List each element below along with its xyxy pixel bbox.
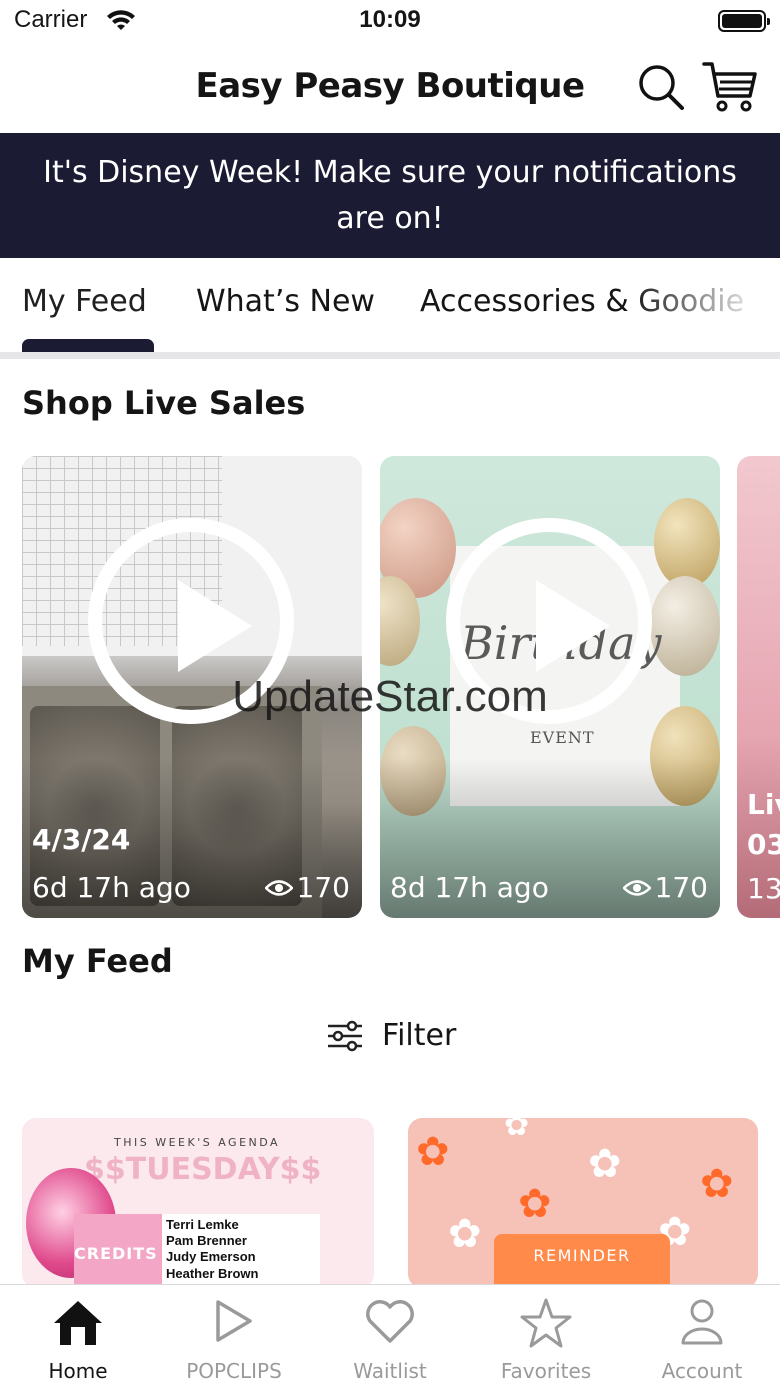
sale-time-ago: 6d 17h ago: [32, 871, 191, 904]
flower-decoration: ✿: [448, 1211, 482, 1257]
nav-favorites-label: Favorites: [500, 1359, 592, 1383]
view-count: 170: [622, 871, 708, 904]
sale-date: 4/3/24: [32, 823, 131, 856]
filter-button[interactable]: Filter: [326, 1018, 456, 1053]
promo-banner[interactable]: It's Disney Week! Make sure your notific…: [0, 133, 780, 258]
feed-heading: My Feed: [22, 942, 173, 980]
play-icon: [216, 1300, 252, 1342]
reminder-label: REMINDER: [533, 1246, 631, 1265]
credit-name: Heather Brown: [166, 1266, 259, 1281]
sale-date: Liv: [747, 788, 780, 821]
nav-account-label: Account: [661, 1359, 743, 1383]
battery-icon: [718, 10, 770, 32]
bottom-nav: Home POPCLIPS Waitlist Favorites Account: [0, 1284, 780, 1387]
view-count-value: 170: [296, 871, 350, 904]
clock: 10:09: [359, 6, 421, 33]
flower-decoration: ✿: [504, 1118, 530, 1143]
nav-favorites[interactable]: Favorites: [468, 1285, 624, 1387]
nav-popclips[interactable]: POPCLIPS: [156, 1285, 312, 1387]
sale-time-ago: 03: [747, 828, 780, 861]
credit-name: Pam Brenner: [166, 1233, 247, 1248]
nav-waitlist[interactable]: Waitlist: [312, 1285, 468, 1387]
tab-divider: [0, 352, 780, 359]
flower-decoration: ✿: [700, 1161, 734, 1207]
nav-waitlist-label: Waitlist: [353, 1359, 427, 1383]
tab-selected-indicator: [22, 339, 154, 353]
cart-icon[interactable]: [702, 60, 758, 114]
status-bar: Carrier 10:09: [0, 0, 780, 44]
search-icon[interactable]: [636, 62, 686, 112]
flower-decoration: ✿: [588, 1141, 622, 1187]
credit-name: Judy Emerson: [166, 1249, 256, 1264]
flower-decoration: ✿: [518, 1181, 552, 1227]
heart-icon: [366, 1300, 414, 1343]
tab-whats-new[interactable]: What’s New: [196, 284, 375, 319]
live-sales-heading: Shop Live Sales: [22, 384, 306, 422]
view-count-value: 13: [747, 872, 780, 905]
home-icon: [54, 1301, 102, 1345]
watermark-text: UpdateStar.com: [232, 672, 548, 721]
nav-account[interactable]: Account: [624, 1285, 780, 1387]
feed-post-card[interactable]: THIS WEEK'S AGENDA $$TUESDAY$$ CREDITS T…: [22, 1118, 374, 1288]
nav-home-label: Home: [48, 1359, 108, 1383]
tab-fade-overlay: [630, 270, 780, 340]
event-sub-text: EVENT: [530, 728, 595, 747]
banner-text: It's Disney Week! Make sure your notific…: [43, 154, 737, 236]
nav-home[interactable]: Home: [0, 1285, 156, 1387]
eye-icon: [264, 879, 293, 896]
nav-popclips-label: POPCLIPS: [186, 1359, 282, 1383]
star-icon: [520, 1298, 572, 1348]
person-icon: [681, 1299, 723, 1345]
feed-post-card[interactable]: ✿ ✿ ✿ ✿ ✿ ✿ ✿ REMINDER: [408, 1118, 758, 1288]
flower-decoration: ✿: [416, 1129, 450, 1175]
eye-icon: [622, 879, 651, 896]
credits-label: CREDITS: [74, 1244, 158, 1263]
agenda-label: THIS WEEK'S AGENDA: [114, 1136, 281, 1149]
agenda-title: $$TUESDAY$$: [84, 1152, 322, 1187]
sliders-icon: [328, 1020, 362, 1051]
filter-label: Filter: [382, 1018, 457, 1053]
tab-my-feed[interactable]: My Feed: [22, 284, 147, 319]
view-count-value: 170: [654, 871, 708, 904]
view-count: 170: [264, 871, 350, 904]
credit-name: Terri Lemke: [166, 1217, 239, 1232]
app-header: Easy Peasy Boutique: [0, 52, 780, 128]
sale-time-ago: 8d 17h ago: [390, 871, 549, 904]
